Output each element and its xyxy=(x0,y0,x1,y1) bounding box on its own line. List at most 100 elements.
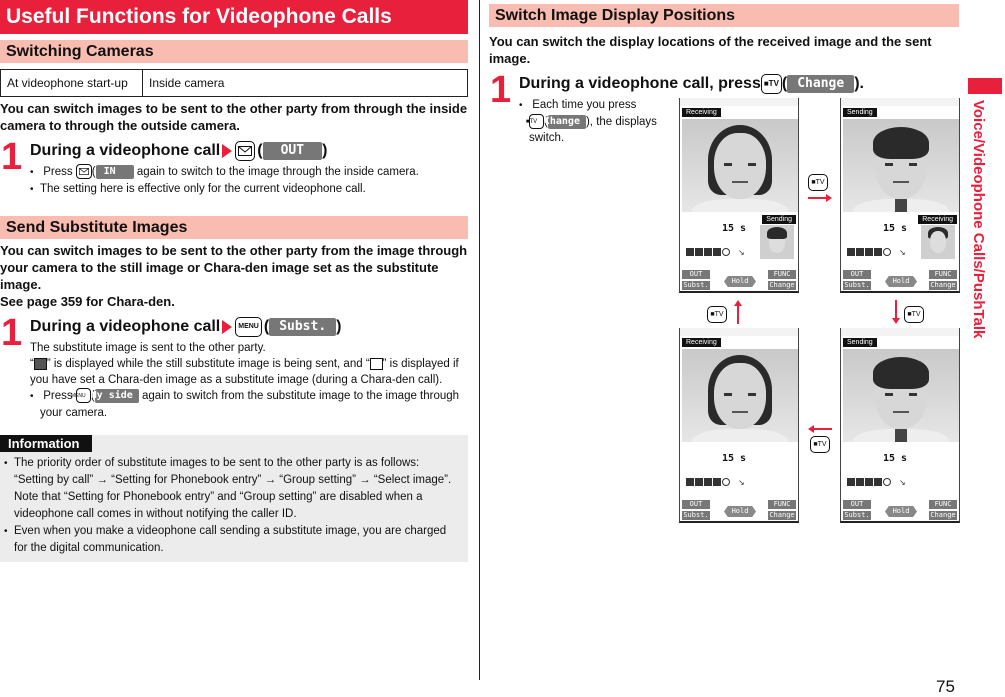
camera-key-icon: ■TV xyxy=(810,436,830,453)
eyes xyxy=(724,163,756,166)
softkey-subst: Subst. xyxy=(682,281,710,290)
softkey-change: Change xyxy=(787,75,855,93)
signal-icon: ↘ xyxy=(738,478,745,487)
phone-screen: Receiving 15 s Sending ↘ OUT Subst. Hold FUNC Ch… xyxy=(679,98,799,293)
call-duration: 15 s xyxy=(722,453,747,464)
status-band xyxy=(841,328,959,336)
bullet-item: Press MENU(My side again to switch from … xyxy=(30,388,468,421)
mail-key-icon xyxy=(75,164,92,180)
page-number: 75 xyxy=(936,677,955,696)
sub-image-label: Sending xyxy=(762,215,796,224)
section-heading-switching-cameras: Switching Cameras xyxy=(0,40,468,63)
table-cell-value: Inside camera xyxy=(142,69,468,97)
face xyxy=(930,231,946,253)
phone-screen: Receiving 15 s ↘ OUT Subst. Hold FUNC Change xyxy=(679,328,799,523)
section-heading-switch-display: Switch Image Display Positions xyxy=(489,4,959,27)
softkey-hold: Hold xyxy=(885,506,917,517)
status-band xyxy=(841,98,959,106)
table-cell-setting: At videophone start-up xyxy=(0,69,143,97)
shoulders xyxy=(692,429,788,442)
softkey-func: FUNC xyxy=(929,270,957,279)
main-video-image xyxy=(682,119,798,212)
hair xyxy=(873,127,929,159)
status-icons xyxy=(686,478,730,486)
softkey-func: FUNC xyxy=(929,500,957,509)
softkey-subst: Subst. xyxy=(682,511,710,520)
camera-key-icon: ■TV xyxy=(526,114,544,130)
arrow-down-icon xyxy=(895,300,897,318)
softkey-out: OUT xyxy=(262,142,323,160)
arrow-left-icon xyxy=(814,428,832,430)
side-tab-marker xyxy=(968,78,1002,94)
status-icon xyxy=(713,248,721,256)
next-arrow-icon xyxy=(222,320,233,334)
eyes xyxy=(724,393,756,396)
camera-key-icon: ■TV xyxy=(707,306,727,323)
step-title-text: During a videophone call xyxy=(30,318,221,335)
information-body: The priority order of substitute images … xyxy=(0,453,468,557)
softkey-func: FUNC xyxy=(768,270,796,279)
info-item: Even when you make a videophone call sen… xyxy=(4,523,462,557)
face xyxy=(714,363,766,429)
page-title: Useful Functions for Videophone Calls xyxy=(0,0,468,34)
status-icon xyxy=(865,248,873,256)
softkey-in: IN xyxy=(95,164,134,179)
menu-key-icon: MENU xyxy=(235,317,262,337)
softkey-subst: Subst. xyxy=(843,511,871,520)
softkey-subst: Subst. xyxy=(269,318,337,336)
bullet-text: Each time you press xyxy=(532,99,637,111)
status-icon xyxy=(847,248,855,256)
step-number: 1 xyxy=(1,312,23,354)
step-title-text: During a videophone call xyxy=(30,142,221,159)
status-icon xyxy=(686,478,694,486)
section-lead-reference: See page 359 for Chara-den. xyxy=(0,294,175,309)
softkey-change: Change xyxy=(544,114,586,129)
column-divider xyxy=(479,0,480,680)
status-icon xyxy=(695,248,703,256)
arrowhead xyxy=(826,194,832,202)
softkey-hold: Hold xyxy=(885,276,917,287)
softkey-change: Change xyxy=(929,281,957,290)
status-icon xyxy=(713,478,721,486)
bullet-item: The setting here is effective only for t… xyxy=(30,181,468,198)
arrowhead xyxy=(892,318,900,324)
step-title: During a videophone call, press ■TV ( Ch… xyxy=(519,73,959,95)
still-image-icon xyxy=(33,357,47,370)
step-title: During a videophone call MENU ( Subst. ) xyxy=(30,316,468,338)
main-video-image xyxy=(682,349,798,442)
camera-key-icon: ■TV xyxy=(760,74,782,94)
signal-icon: ↘ xyxy=(899,478,906,487)
tie xyxy=(895,429,907,442)
status-icon xyxy=(704,478,712,486)
tie xyxy=(895,199,907,212)
camera-key-icon: ■TV xyxy=(808,174,828,191)
section-lead: You can switch images to be sent to the … xyxy=(0,101,468,133)
table-row: At videophone start-up Inside camera xyxy=(0,69,468,97)
mouth xyxy=(893,181,909,183)
chara-den-icon xyxy=(369,357,383,370)
status-icon xyxy=(695,478,703,486)
main-image-label: Receiving xyxy=(682,108,721,117)
section-heading-send-substitute: Send Substitute Images xyxy=(0,216,468,239)
step-title-end: ). xyxy=(854,75,864,92)
camera-key-icon: ■TV xyxy=(904,306,924,323)
softkey-out: OUT xyxy=(682,270,710,279)
arrow-right-icon xyxy=(808,197,826,199)
main-video-image xyxy=(843,349,959,442)
bullet-item: Each time you press ■TV(Change), the dis… xyxy=(519,97,669,146)
status-icon xyxy=(874,248,882,256)
settings-table: At videophone start-up Inside camera xyxy=(0,69,468,97)
signal-icon: ↘ xyxy=(899,248,906,257)
hair xyxy=(873,357,929,389)
shoulders xyxy=(692,199,788,212)
bullet-item: Press (IN again to switch to the image t… xyxy=(30,164,468,181)
arrowhead xyxy=(808,425,814,433)
status-band xyxy=(680,98,798,106)
step-number: 1 xyxy=(490,69,512,111)
next-arrow-icon xyxy=(222,144,233,158)
softkey-change: Change xyxy=(929,511,957,520)
information-tag: Information xyxy=(0,435,92,452)
hair xyxy=(767,227,787,239)
status-icons xyxy=(847,478,891,486)
main-image-label: Receiving xyxy=(682,338,721,347)
